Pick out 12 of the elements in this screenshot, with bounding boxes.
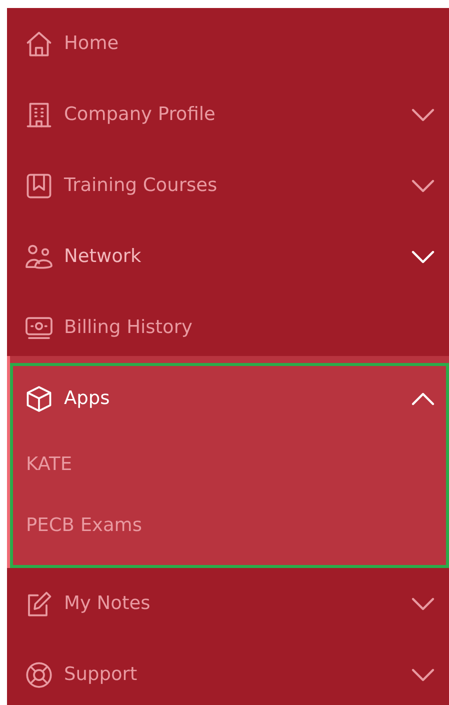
menu-item[interactable]: My Notes [7,568,449,639]
menu-item[interactable]: Network [7,221,449,292]
menu-item[interactable]: Support [7,639,449,705]
menu-item[interactable]: Company Profile [7,79,449,150]
submenu-item[interactable]: KATE [10,434,449,495]
menu-item[interactable]: Billing History [7,292,449,363]
menu-item[interactable]: Training Courses [7,150,449,221]
menu-item[interactable]: Home [7,8,449,79]
menu-item[interactable]: Apps [10,363,449,434]
lifebuoy-icon [24,660,54,690]
submenu-item[interactable]: PECB Exams [10,495,449,556]
cube-icon [24,384,54,414]
